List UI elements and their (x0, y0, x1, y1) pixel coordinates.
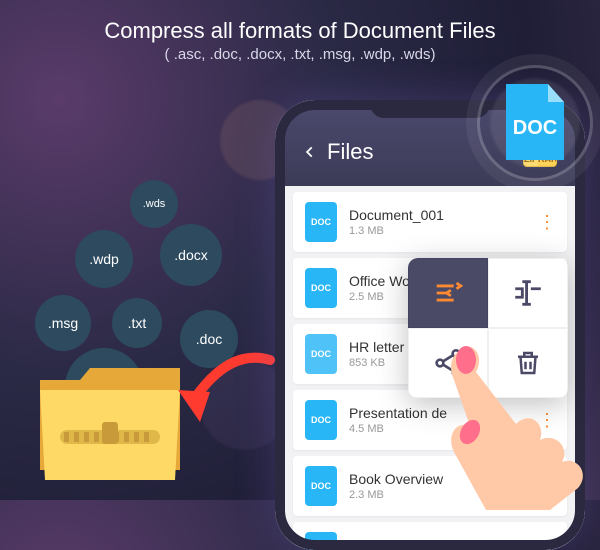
share-button[interactable] (408, 328, 488, 398)
bubble-msg: .msg (35, 295, 91, 351)
file-meta: Courses 1.0 MB (349, 537, 538, 550)
doc-file-icon: DOC (305, 268, 337, 308)
file-meta: Book Overview 2.3 MB (349, 471, 538, 502)
bubble-wdp: .wdp (75, 230, 133, 288)
doc-file-icon: DOC (305, 400, 337, 440)
delete-button[interactable] (488, 328, 568, 398)
phone-notch (370, 100, 490, 118)
action-popover (408, 258, 568, 398)
headline-subtitle: ( .asc, .doc, .docx, .txt, .msg, .wdp, .… (0, 46, 600, 63)
format-bubbles: .wds .wdp .docx .msg .txt .doc .asc (20, 170, 260, 370)
file-row[interactable]: DOC Presentation de 4.5 MB ⋮ (293, 390, 567, 450)
headline: Compress all formats of Document Files (… (0, 0, 600, 63)
compress-button[interactable] (408, 258, 488, 328)
headline-title: Compress all formats of Document Files (0, 18, 600, 44)
file-row[interactable]: DOC Book Overview 2.3 MB ⋮ (293, 456, 567, 516)
file-size: 1.3 MB (349, 225, 538, 237)
more-icon[interactable]: ⋮ (538, 410, 555, 431)
doc-file-icon: DOC (305, 532, 337, 550)
file-row[interactable]: DOC Document_001 1.3 MB ⋮ (293, 192, 567, 252)
bubble-wds: .wds (130, 180, 178, 228)
file-title: Document_001 (349, 207, 538, 224)
zip-folder-icon (30, 350, 190, 495)
file-title: Courses (349, 537, 538, 550)
file-meta: Presentation de 4.5 MB (349, 405, 538, 436)
bubble-docx: .docx (160, 224, 222, 286)
file-title: Presentation de (349, 405, 538, 422)
doc-badge-label: DOC (513, 117, 557, 139)
doc-badge: DOC (480, 68, 590, 178)
more-icon[interactable]: ⋮ (538, 212, 555, 233)
rename-button[interactable] (488, 258, 568, 328)
bubble-txt: .txt (112, 298, 162, 348)
doc-file-icon: DOC (305, 334, 337, 374)
file-title: Book Overview (349, 471, 538, 488)
file-meta: Document_001 1.3 MB (349, 207, 538, 238)
file-size: 4.5 MB (349, 423, 538, 435)
back-icon[interactable] (303, 145, 317, 159)
doc-file-icon: DOC (305, 466, 337, 506)
more-icon[interactable]: ⋮ (538, 542, 555, 550)
doc-file-icon: DOC (305, 202, 337, 242)
more-icon[interactable]: ⋮ (538, 476, 555, 497)
file-row[interactable]: DOC Courses 1.0 MB ⋮ (293, 522, 567, 550)
red-arrow-icon (170, 350, 280, 435)
